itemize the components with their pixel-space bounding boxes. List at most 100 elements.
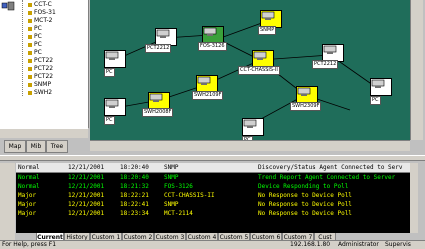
pc-icon	[243, 119, 257, 128]
log-cell-time: 18:22:41	[120, 201, 149, 208]
tree-item[interactable]: PCT22	[28, 73, 53, 81]
log-cell-source: SNMP	[164, 201, 179, 208]
router-icon	[323, 45, 337, 54]
tree-item[interactable]: PCT22	[28, 57, 53, 65]
log-cell-date: 12/21/2001	[68, 174, 105, 181]
tree-horizontal-scrollbar[interactable]	[0, 128, 88, 138]
map-node-label: SWH2109F	[192, 91, 224, 100]
map-node[interactable]	[104, 98, 126, 116]
tree-item-label: MCT-2	[34, 17, 53, 24]
tab-map[interactable]: Map	[4, 140, 26, 153]
log-cell-date: 12/21/2001	[68, 183, 105, 190]
map-node-label: PCT2212	[145, 44, 172, 53]
pc-icon	[371, 79, 385, 88]
map-node-label: SNMP	[258, 26, 277, 35]
map-node-label: PCT2212	[312, 60, 339, 69]
log-cell-date: 12/21/2001	[68, 192, 105, 199]
tree-item[interactable]: PC	[28, 41, 42, 49]
tab-mib[interactable]: Mib	[26, 140, 46, 153]
log-cell-message: Device Responding to Poll	[258, 183, 349, 190]
log-cell-severity: Major	[18, 210, 37, 217]
tree-item-label: SWH2	[34, 89, 53, 96]
log-cell-date: 12/21/2001	[68, 210, 105, 217]
tree-item-label: PCT22	[34, 73, 54, 80]
map-vertical-scrollbar[interactable]	[410, 0, 423, 140]
switch-icon	[197, 76, 211, 85]
log-cell-date: 12/21/2001	[68, 201, 105, 208]
app-icon	[1, 1, 15, 11]
device-node-icon	[28, 18, 32, 23]
log-cell-time: 18:23:34	[120, 210, 149, 217]
monitor-icon	[261, 11, 275, 20]
switch-icon	[149, 93, 163, 102]
switch-icon	[203, 27, 217, 36]
map-node-label: PC	[104, 116, 115, 125]
tree-item[interactable]: FOS-31	[28, 9, 56, 17]
network-map[interactable]: PC PCT2212 FOS-3126 SNMP CCT-CHASSIS-II PCT22…	[90, 0, 410, 140]
log-cell-message: No Response to Device Poll	[258, 210, 352, 217]
log-cell-severity: Normal	[18, 174, 40, 181]
log-cell-message: No Response to Device Poll	[258, 201, 352, 208]
tree-item[interactable]: CCT-C	[28, 1, 52, 9]
log-cell-source: MCT-2114	[164, 210, 193, 217]
device-node-icon	[28, 10, 32, 15]
tree-item[interactable]: PC	[28, 25, 42, 33]
device-node-icon	[28, 66, 32, 71]
log-cell-source: SNMP	[164, 174, 179, 181]
device-node-icon	[28, 74, 32, 79]
log-cell-source: CCT-CHASSIS-II	[164, 192, 215, 199]
tree-item[interactable]: MCT-2	[28, 17, 52, 25]
map-node-label: FOS-3126	[198, 42, 227, 51]
device-node-icon	[28, 26, 32, 31]
map-node[interactable]	[242, 118, 264, 136]
log-cell-message: Trend Report Agent Connected to Server	[258, 174, 396, 181]
log-cell-time: 18:21:32	[120, 183, 149, 190]
tree-item[interactable]: SNMP	[28, 81, 51, 89]
pc-icon	[105, 99, 119, 108]
tree-item-label: SNMP	[34, 81, 52, 88]
tree-item[interactable]: SWH2	[28, 89, 52, 97]
switch-icon	[297, 87, 311, 96]
header-source: SNMP	[164, 164, 179, 171]
log-cell-severity: Major	[18, 201, 37, 208]
log-cell-message: No Response to Device Poll	[258, 192, 352, 199]
log-header-row: Normal 12/21/2001 18:20:40 SNMP Discover…	[16, 163, 418, 173]
pane-divider[interactable]	[0, 155, 425, 161]
log-cell-source: FOS-3126	[164, 183, 193, 190]
device-node-icon	[28, 90, 32, 95]
device-node-icon	[28, 58, 32, 63]
map-node[interactable]	[370, 78, 392, 96]
device-node-icon	[28, 42, 32, 47]
event-log[interactable]: Normal 12/21/2001 18:20:40 SNMP Discover…	[16, 163, 418, 233]
map-node-label: PC	[104, 68, 115, 77]
log-vertical-scrollbar[interactable]	[410, 163, 418, 233]
device-tree[interactable]: CCT-C FOS-31 MCT-2 PC PC PC PC PCT22 PCT22 PCT22 S…	[0, 0, 89, 128]
router-icon	[156, 29, 170, 38]
tree-item[interactable]: PCT22	[28, 65, 53, 73]
tree-item-label: PCT22	[34, 57, 54, 64]
log-cell-severity: Major	[18, 192, 37, 199]
tree-item[interactable]: PC	[28, 49, 42, 57]
tree-item-label: PCT22	[34, 65, 54, 72]
device-node-icon	[28, 82, 32, 87]
tree-item-label: PC	[34, 25, 42, 32]
log-cell-severity: Normal	[18, 183, 40, 190]
map-node-label: CCT-CHASSIS-II	[238, 66, 280, 75]
device-node-icon	[28, 34, 32, 39]
tree-item[interactable]: PC	[28, 33, 42, 41]
tree-connector-line	[22, 0, 23, 96]
map-node[interactable]	[104, 50, 126, 68]
device-node-icon	[28, 2, 32, 7]
map-horizontal-scrollbar[interactable]	[90, 140, 410, 151]
pc-icon	[105, 51, 119, 60]
tab-tree[interactable]: Tree	[46, 140, 68, 153]
header-time: 18:20:40	[120, 164, 149, 171]
log-cell-time: 18:22:21	[120, 192, 149, 199]
header-date: 12/21/2001	[68, 164, 105, 171]
header-message: Discovery/Status Agent Connected to Serv	[258, 164, 403, 171]
tree-item-label: FOS-31	[34, 9, 56, 16]
tree-item-label: PC	[34, 41, 42, 48]
tree-item-label: PC	[34, 33, 42, 40]
tree-item-label: PC	[34, 49, 42, 56]
tree-item-label: CCT-C	[34, 1, 52, 8]
